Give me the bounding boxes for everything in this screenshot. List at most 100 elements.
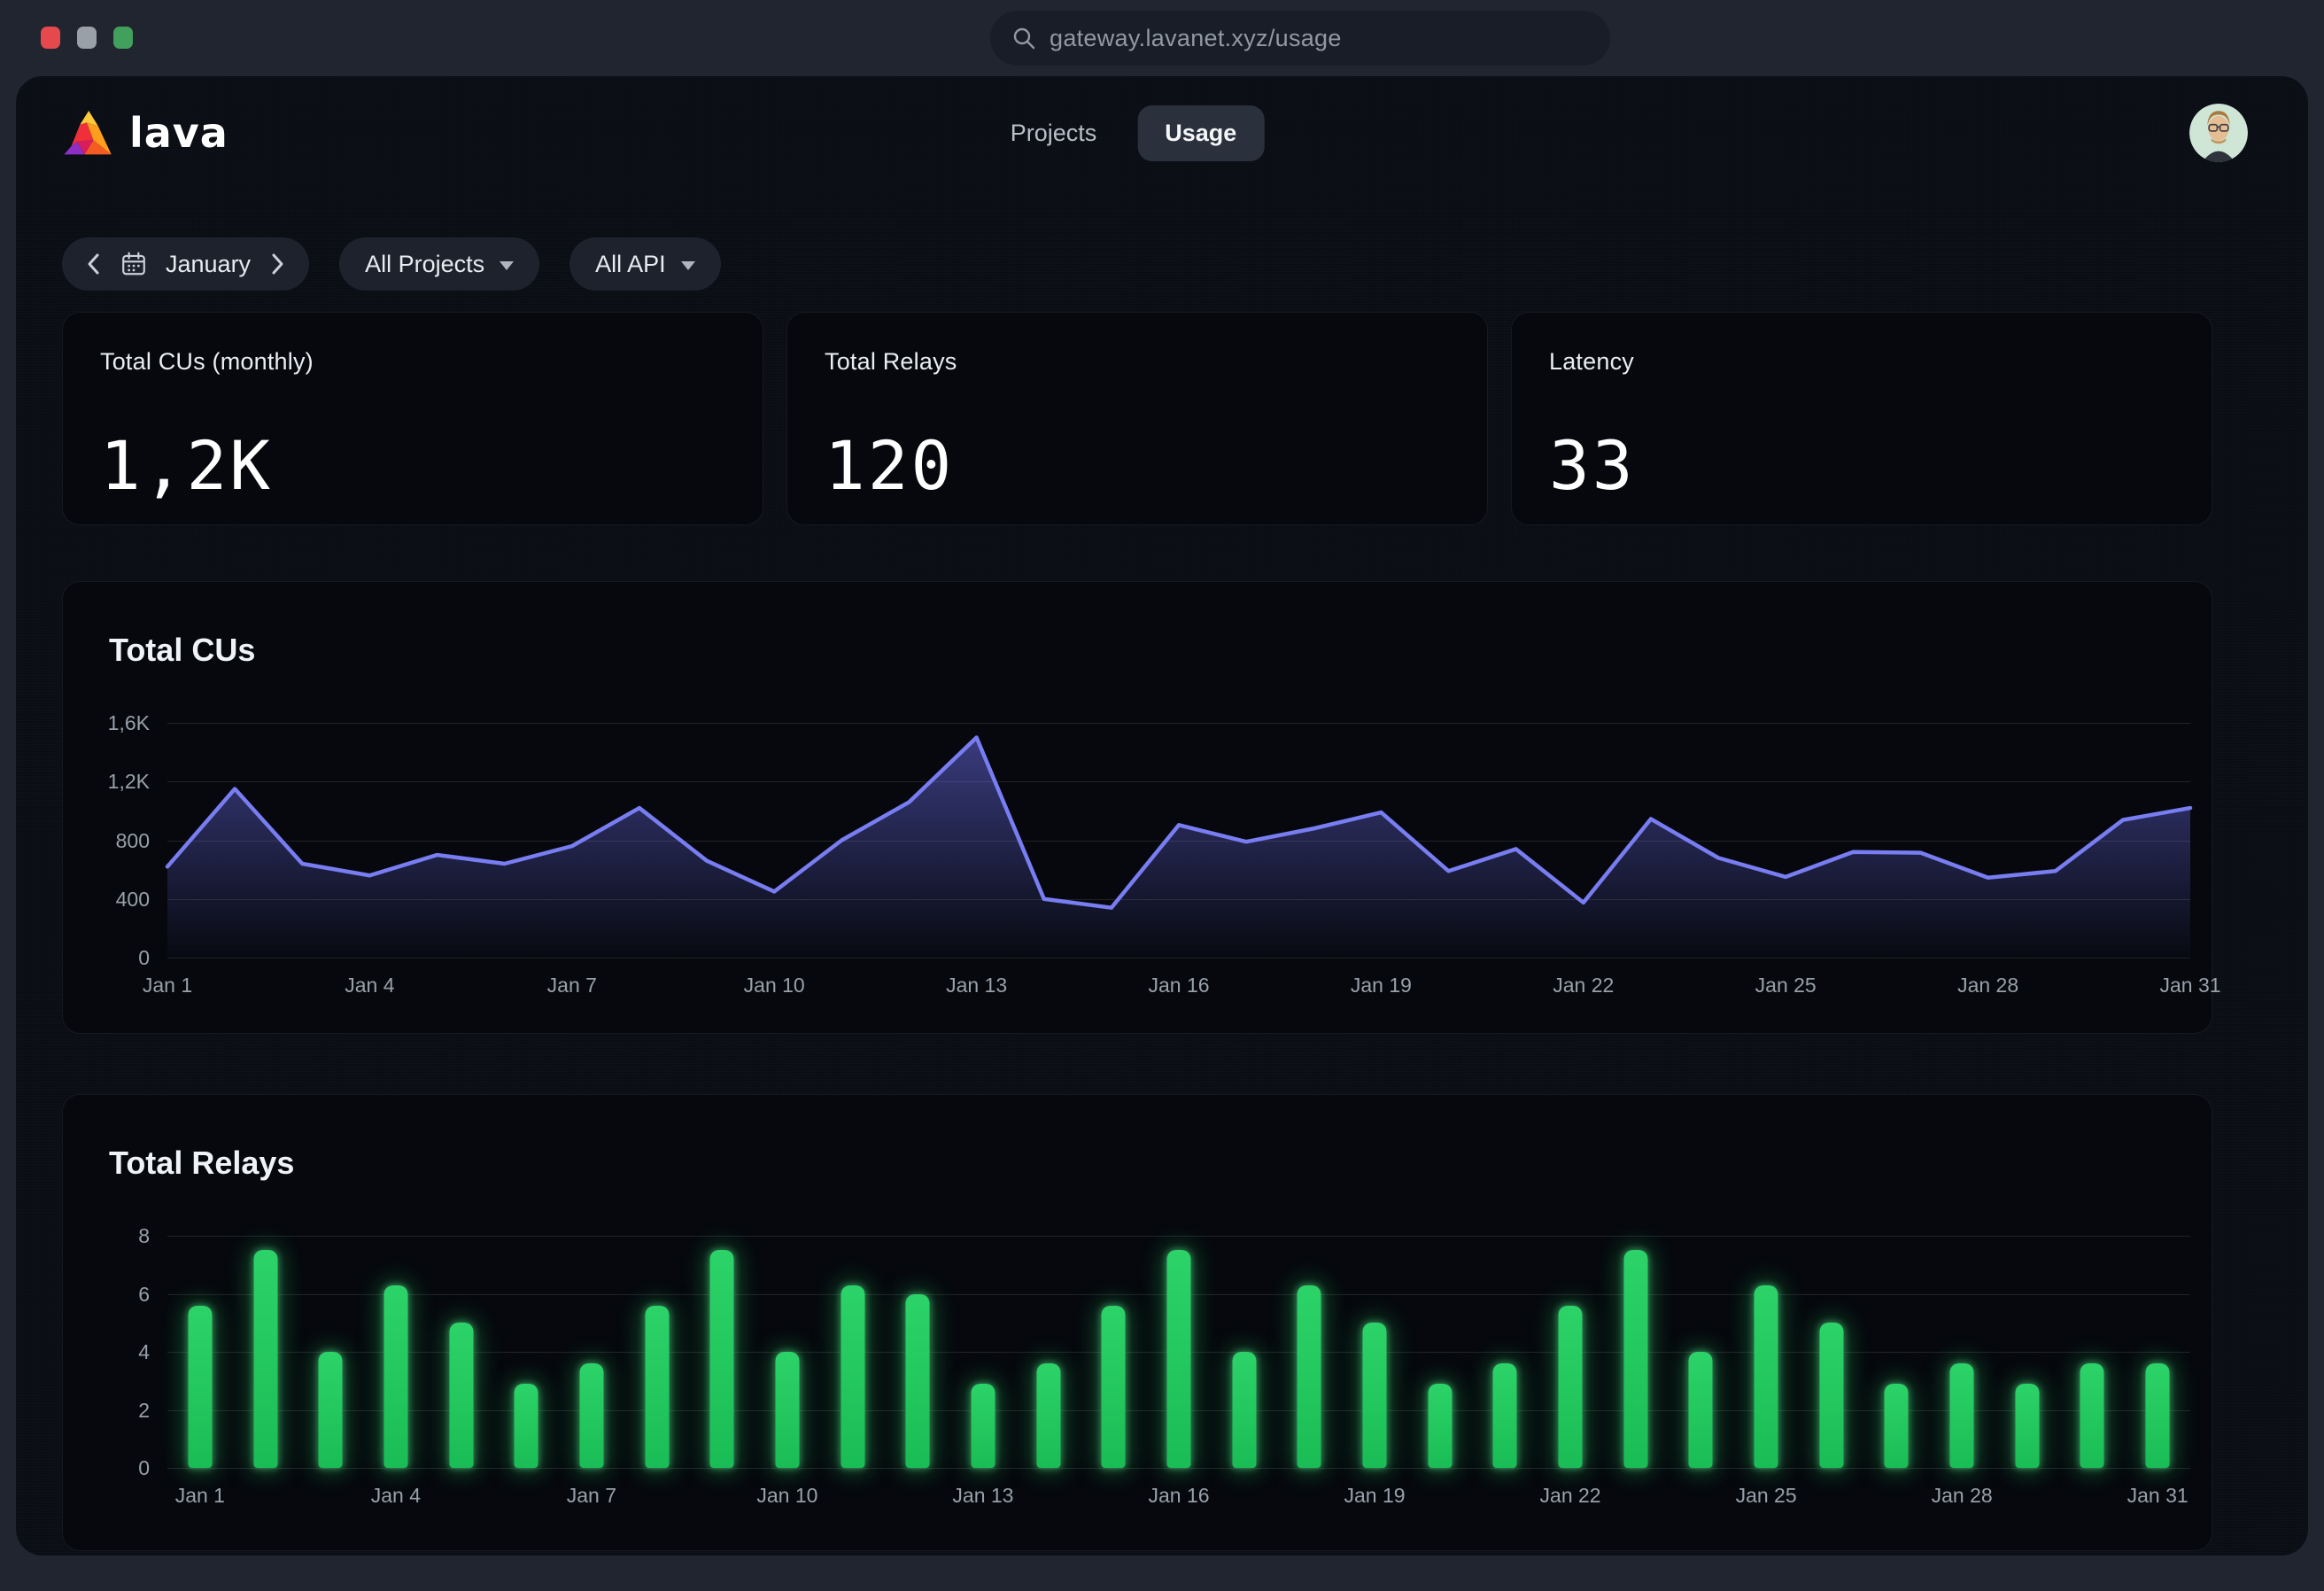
x-tick-label: Jan 10 xyxy=(744,974,805,997)
url-text: gateway.lavanet.xyz/usage xyxy=(1050,25,1342,52)
relay-bar xyxy=(1298,1285,1321,1468)
y-tick-label: 800 xyxy=(70,828,150,853)
minimize-window-button[interactable] xyxy=(77,27,97,49)
total-cus-plot: 04008001,2K1,6KJan 1Jan 4Jan 7Jan 10Jan … xyxy=(167,723,2190,958)
relay-bar xyxy=(449,1323,473,1468)
total-relays-plot: 02468Jan 1Jan 4Jan 7Jan 10Jan 13Jan 16Ja… xyxy=(167,1236,2190,1468)
maximize-window-button[interactable] xyxy=(113,27,133,49)
projects-filter-label: All Projects xyxy=(365,251,484,278)
x-tick-label: Jan 16 xyxy=(1148,974,1209,997)
x-tick-label: Jan 7 xyxy=(547,974,597,997)
x-tick-label: Jan 22 xyxy=(1553,974,1614,997)
lava-pyramid-icon xyxy=(62,109,113,157)
x-tick-label: Jan 19 xyxy=(1351,974,1412,997)
projects-filter-dropdown[interactable]: All Projects xyxy=(339,237,539,291)
user-avatar[interactable] xyxy=(2189,104,2248,162)
month-selector[interactable]: January xyxy=(62,237,309,291)
relay-bar xyxy=(1885,1384,1909,1468)
h-gridline xyxy=(167,1236,2190,1237)
stat-value: 1,2K xyxy=(100,432,725,500)
y-tick-label: 4 xyxy=(70,1339,150,1364)
api-filter-dropdown[interactable]: All API xyxy=(569,237,721,291)
x-tick-label: Jan 10 xyxy=(756,1484,817,1508)
caret-down-icon xyxy=(500,261,514,270)
y-tick-label: 2 xyxy=(70,1398,150,1423)
relay-bar xyxy=(906,1294,930,1469)
relay-bar xyxy=(775,1352,799,1468)
brand-wordmark: lava xyxy=(129,113,229,153)
next-month-button[interactable] xyxy=(269,252,285,276)
stat-card-total-relays: Total Relays 120 xyxy=(786,312,1488,525)
y-tick-label: 8 xyxy=(70,1223,150,1248)
previous-month-button[interactable] xyxy=(86,252,102,276)
relay-bar xyxy=(841,1285,864,1468)
app-header: lava Projects Usage xyxy=(62,76,2212,190)
stat-card-latency: Latency 33 xyxy=(1511,312,2212,525)
relay-bar xyxy=(1167,1250,1191,1468)
relay-bar xyxy=(1428,1384,1452,1468)
stat-label: Latency xyxy=(1549,348,2174,376)
relay-bar xyxy=(1102,1306,1126,1468)
relay-bar xyxy=(2080,1363,2104,1468)
x-tick-label: Jan 25 xyxy=(1736,1484,1797,1508)
x-tick-label: Jan 16 xyxy=(1148,1484,1209,1508)
caret-down-icon xyxy=(681,261,695,270)
relay-bar xyxy=(1623,1250,1647,1468)
x-tick-label: Jan 25 xyxy=(1755,974,1817,997)
stat-label: Total Relays xyxy=(825,348,1450,376)
nav-tab-usage[interactable]: Usage xyxy=(1137,105,1264,161)
x-tick-label: Jan 7 xyxy=(567,1484,616,1508)
y-tick-label: 6 xyxy=(70,1282,150,1307)
x-tick-label: Jan 31 xyxy=(2127,1484,2188,1508)
relay-bar xyxy=(1363,1323,1387,1468)
browser-window: gateway.lavanet.xyz/usage lava Projects … xyxy=(0,0,2324,1591)
cu-area-chart xyxy=(167,723,2190,958)
close-window-button[interactable] xyxy=(41,27,60,49)
x-axis-labels: Jan 1 Jan 4 Jan 7 Jan 10 Jan 13 Jan 16 Jan 19 J… xyxy=(167,1484,2190,1510)
relay-bar xyxy=(1559,1306,1583,1468)
traffic-lights xyxy=(41,27,133,49)
x-axis-labels: Jan 1Jan 4Jan 7Jan 10Jan 13Jan 16Jan 19J… xyxy=(167,974,2190,1000)
relay-bar xyxy=(645,1306,669,1468)
x-tick-label: Jan 31 xyxy=(2159,974,2220,997)
relay-bar xyxy=(319,1352,343,1468)
relay-bar xyxy=(1689,1352,1713,1468)
x-tick-label: Jan 28 xyxy=(1957,974,2018,997)
relay-bar xyxy=(515,1384,538,1468)
relay-bar xyxy=(1819,1323,1843,1468)
nav-tab-projects[interactable]: Projects xyxy=(1011,120,1097,147)
address-bar[interactable]: gateway.lavanet.xyz/usage xyxy=(990,11,1610,66)
stat-value: 33 xyxy=(1549,432,2174,500)
relay-bar xyxy=(579,1363,603,1468)
avatar-photo xyxy=(2189,104,2248,162)
calendar-icon xyxy=(120,251,147,277)
stats-row: Total CUs (monthly) 1,2K Total Relays 12… xyxy=(62,312,2212,525)
total-cus-chart-card: Total CUs 04008001,2K1,6KJan 1Jan 4Jan 7… xyxy=(62,581,2212,1034)
stat-value: 120 xyxy=(825,432,1450,500)
relay-bar xyxy=(1493,1363,1517,1468)
lava-logo[interactable]: lava xyxy=(62,109,229,157)
api-filter-label: All API xyxy=(595,251,666,278)
relay-bar xyxy=(2146,1363,2170,1468)
x-tick-label: Jan 19 xyxy=(1344,1484,1406,1508)
h-gridline xyxy=(167,1468,2190,1469)
x-tick-label: Jan 4 xyxy=(371,1484,421,1508)
month-label: January xyxy=(166,251,251,278)
x-tick-label: Jan 1 xyxy=(175,1484,225,1508)
y-tick-label: 1,6K xyxy=(70,710,150,735)
x-tick-label: Jan 13 xyxy=(952,1484,1013,1508)
y-tick-label: 0 xyxy=(70,1455,150,1480)
x-tick-label: Jan 4 xyxy=(345,974,394,997)
y-tick-label: 400 xyxy=(70,887,150,912)
search-icon xyxy=(1011,26,1036,50)
main-nav: Projects Usage xyxy=(1011,105,1265,161)
relay-bar xyxy=(710,1250,734,1468)
relay-bar xyxy=(2015,1384,2039,1468)
chevron-left-icon xyxy=(86,252,102,276)
chart-title: Total CUs xyxy=(109,632,2203,669)
relay-bar xyxy=(1036,1363,1060,1468)
relay-bar xyxy=(1755,1285,1778,1468)
x-tick-label: Jan 1 xyxy=(143,974,192,997)
stat-card-total-cus: Total CUs (monthly) 1,2K xyxy=(62,312,763,525)
stat-label: Total CUs (monthly) xyxy=(100,348,725,376)
